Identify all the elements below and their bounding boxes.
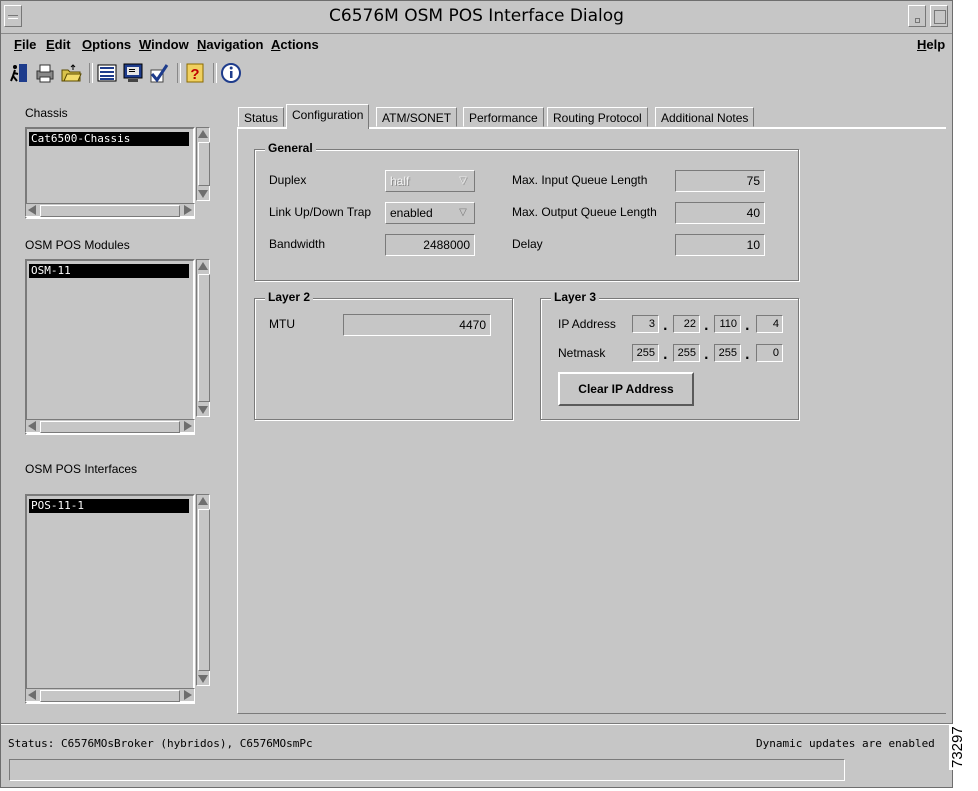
mtu-label: MTU — [269, 317, 295, 331]
check-icon[interactable] — [147, 61, 171, 85]
tab-additional-notes[interactable]: Additional Notes — [655, 107, 755, 127]
ip-octet-4[interactable]: 4 — [756, 315, 783, 333]
window-title: C6576M OSM POS Interface Dialog — [329, 6, 624, 26]
general-group-title: General — [265, 141, 316, 155]
trap-select[interactable]: enabled ▽ — [385, 202, 475, 224]
scroll-left-arrow-icon[interactable] — [28, 421, 36, 431]
modules-label: OSM POS Modules — [25, 238, 130, 252]
scroll-right-arrow-icon[interactable] — [184, 205, 192, 215]
bandwidth-field[interactable]: 2488000 — [385, 234, 475, 256]
dialog-window: C6576M OSM POS Interface Dialog File Edi… — [0, 0, 953, 788]
modules-list[interactable]: OSM-11 — [25, 259, 195, 435]
menu-actions[interactable]: Actions — [271, 37, 319, 52]
netmask-label: Netmask — [558, 346, 606, 360]
svg-text:?: ? — [190, 66, 199, 83]
tab-atm-sonet[interactable]: ATM/SONET — [376, 107, 458, 127]
scroll-left-arrow-icon[interactable] — [28, 690, 36, 700]
status-text: Status: C6576MOsBroker (hybridos), C6576… — [8, 737, 313, 750]
interfaces-vscroll[interactable] — [196, 494, 210, 686]
maximize-button[interactable] — [930, 5, 948, 27]
minimize-button[interactable] — [908, 5, 926, 27]
modules-vscroll[interactable] — [196, 259, 210, 417]
duplex-value: half — [390, 174, 410, 188]
scroll-left-arrow-icon[interactable] — [28, 205, 36, 215]
monitor-icon[interactable] — [121, 61, 145, 85]
max-output-queue-field[interactable]: 40 — [675, 202, 765, 224]
figure-id: 73297 — [949, 724, 966, 770]
menu-help[interactable]: Help — [917, 37, 945, 52]
max-input-queue-field[interactable]: 75 — [675, 170, 765, 192]
menu-file[interactable]: File — [14, 37, 36, 52]
layer2-group-title: Layer 2 — [265, 290, 314, 304]
progress-bar — [9, 759, 845, 781]
scroll-up-arrow-icon[interactable] — [198, 262, 208, 270]
help-icon[interactable]: ? — [183, 61, 207, 85]
chassis-vscroll[interactable] — [196, 127, 210, 201]
bandwidth-label: Bandwidth — [269, 237, 326, 251]
menu-window[interactable]: Window — [139, 37, 189, 52]
list-item[interactable]: Cat6500-Chassis — [29, 132, 189, 146]
netmask-octet-4[interactable]: 0 — [756, 344, 783, 362]
max-input-queue-label: Max. Input Queue Length — [512, 173, 648, 187]
scroll-down-arrow-icon[interactable] — [198, 190, 208, 198]
tab-routing-protocol[interactable]: Routing Protocol — [547, 107, 648, 127]
tab-performance[interactable]: Performance — [463, 107, 544, 127]
netmask-octet-3[interactable]: 255 — [714, 344, 741, 362]
list-icon[interactable] — [95, 61, 119, 85]
info-icon[interactable] — [219, 61, 243, 85]
duplex-label: Duplex — [269, 173, 307, 187]
interfaces-hscroll[interactable] — [25, 688, 195, 702]
scroll-right-arrow-icon[interactable] — [184, 690, 192, 700]
delay-field[interactable]: 10 — [675, 234, 765, 256]
delay-label: Delay — [512, 237, 543, 251]
interfaces-label: OSM POS Interfaces — [25, 462, 138, 476]
ip-octet-3[interactable]: 110 — [714, 315, 741, 333]
ip-octet-2[interactable]: 22 — [673, 315, 700, 333]
menu-edit[interactable]: Edit — [46, 37, 71, 52]
list-item[interactable]: OSM-11 — [29, 264, 189, 278]
modules-hscroll[interactable] — [25, 419, 195, 433]
title-bar: C6576M OSM POS Interface Dialog — [1, 1, 952, 34]
ip-octet-1[interactable]: 3 — [632, 315, 659, 333]
chevron-down-icon: ▽ — [459, 207, 467, 218]
clear-ip-address-button[interactable]: Clear IP Address — [558, 372, 694, 406]
menu-options[interactable]: Options — [82, 37, 131, 52]
updates-status: Dynamic updates are enabled — [756, 737, 935, 750]
chevron-down-icon: ▽ — [459, 175, 467, 186]
open-folder-icon[interactable] — [59, 61, 83, 85]
netmask-octet-1[interactable]: 255 — [632, 344, 659, 362]
exit-icon[interactable] — [7, 61, 31, 85]
chassis-hscroll[interactable] — [25, 203, 195, 217]
scroll-up-arrow-icon[interactable] — [198, 130, 208, 138]
interfaces-list[interactable]: POS-11-1 — [25, 494, 195, 704]
duplex-select: half ▽ — [385, 170, 475, 192]
scroll-up-arrow-icon[interactable] — [198, 497, 208, 505]
max-output-queue-label: Max. Output Queue Length — [512, 205, 657, 219]
scroll-down-arrow-icon[interactable] — [198, 406, 208, 414]
tab-configuration[interactable]: Configuration — [286, 104, 370, 129]
print-icon[interactable] — [33, 61, 57, 85]
netmask-octet-2[interactable]: 255 — [673, 344, 700, 362]
scroll-right-arrow-icon[interactable] — [184, 421, 192, 431]
trap-value: enabled — [390, 206, 433, 220]
menu-navigation[interactable]: Navigation — [197, 37, 263, 52]
layer3-group-title: Layer 3 — [551, 290, 600, 304]
chassis-label: Chassis — [25, 106, 68, 120]
menu-bar: File Edit Options Window Navigation Acti… — [1, 34, 952, 56]
ip-address-label: IP Address — [558, 317, 616, 331]
tab-status[interactable]: Status — [238, 107, 285, 127]
list-item[interactable]: POS-11-1 — [29, 499, 189, 513]
scroll-down-arrow-icon[interactable] — [198, 675, 208, 683]
trap-label: Link Up/Down Trap — [269, 205, 372, 219]
mtu-field[interactable]: 4470 — [343, 314, 491, 336]
